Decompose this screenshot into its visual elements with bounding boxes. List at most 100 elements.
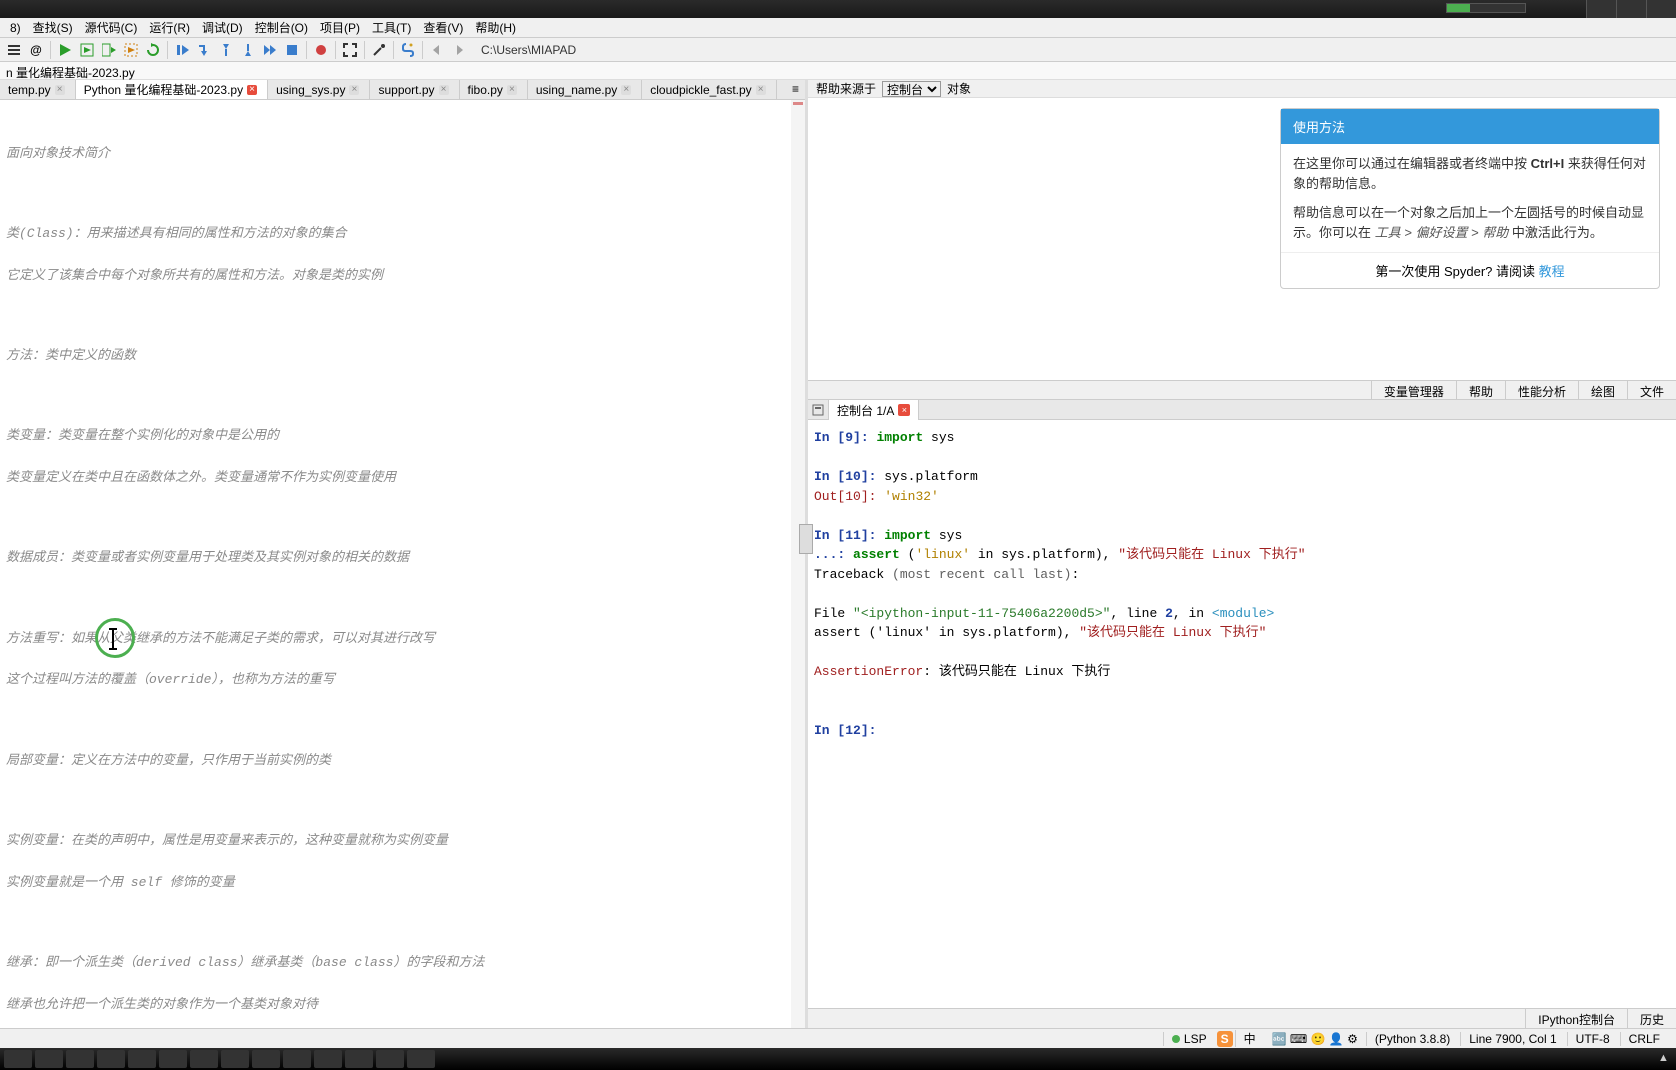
debug-stepout-icon[interactable] — [238, 40, 258, 60]
run-icon[interactable] — [55, 40, 75, 60]
help-card-footer: 第一次使用 Spyder? 请阅读 教程 — [1281, 252, 1659, 288]
at-icon[interactable]: @ — [26, 40, 46, 60]
console-menu-icon[interactable] — [808, 401, 828, 419]
preferences-icon[interactable] — [369, 40, 389, 60]
toolbar: @ C:\Users\MIAPAD — [0, 38, 1676, 62]
help-source-header: 帮助来源于 控制台 对象 — [808, 80, 1676, 98]
console-tab-1a[interactable]: 控制台 1/A× — [828, 399, 919, 421]
tab-plots[interactable]: 绘图 — [1578, 381, 1627, 399]
working-directory: C:\Users\MIAPAD — [481, 43, 576, 57]
tutorial-link[interactable]: 教程 — [1539, 264, 1565, 279]
close-icon[interactable]: × — [247, 85, 257, 95]
status-lsp: LSP — [1163, 1032, 1215, 1046]
tab-using-sys[interactable]: using_sys.py× — [268, 80, 370, 99]
help-card: 使用方法 在这里你可以通过在编辑器或者终端中按 Ctrl+I 来获得任何对象的帮… — [1280, 108, 1660, 289]
show-toolbar-icon[interactable] — [4, 40, 24, 60]
tab-cloudpickle[interactable]: cloudpickle_fast.py× — [642, 80, 776, 99]
ipython-console[interactable]: In [9]: import sys In [10]: sys.platform… — [808, 420, 1676, 1008]
rerun-icon[interactable] — [143, 40, 163, 60]
run-cell-advance-icon[interactable] — [99, 40, 119, 60]
menu-console[interactable]: 控制台(O) — [249, 17, 314, 38]
editor-pane: temp.py× Python 量化编程基础-2023.py× using_sy… — [0, 80, 808, 1028]
window-titlebar — [0, 0, 1676, 18]
close-icon[interactable]: × — [55, 85, 65, 95]
debug-stepinto-icon[interactable] — [216, 40, 236, 60]
taskbar-item[interactable] — [314, 1050, 342, 1068]
debug-stop-icon[interactable] — [282, 40, 302, 60]
editor-tabs: temp.py× Python 量化编程基础-2023.py× using_sy… — [0, 80, 805, 100]
taskbar-item[interactable] — [376, 1050, 404, 1068]
system-tray: ▲ — [1658, 1052, 1672, 1066]
close-icon[interactable]: × — [898, 404, 910, 416]
menu-help[interactable]: 帮助(H) — [469, 17, 522, 38]
taskbar-item[interactable] — [159, 1050, 187, 1068]
editor-scrollbar-track[interactable] — [791, 100, 805, 1028]
menu-source[interactable]: 源代码(C) — [79, 17, 144, 38]
debug-step-icon[interactable] — [194, 40, 214, 60]
tab-menu-icon[interactable]: ≡ — [786, 80, 805, 99]
breadcrumb: n 量化编程基础-2023.py — [0, 62, 1676, 80]
menu-debug[interactable]: 调试(D) — [196, 17, 249, 38]
minimize-button[interactable] — [1586, 0, 1616, 18]
taskbar-item[interactable] — [35, 1050, 63, 1068]
os-taskbar: ▲ — [0, 1048, 1676, 1070]
menu-find[interactable]: 查找(S) — [27, 17, 79, 38]
run-selection-icon[interactable] — [121, 40, 141, 60]
window-buttons — [1586, 0, 1676, 18]
tab-files[interactable]: 文件 — [1627, 381, 1676, 399]
close-icon[interactable]: × — [507, 85, 517, 95]
taskbar-item[interactable] — [4, 1050, 32, 1068]
sogou-icon[interactable]: S — [1217, 1031, 1233, 1047]
taskbar-item[interactable] — [66, 1050, 94, 1068]
titlebar-progress — [1446, 3, 1526, 13]
splitter-handle[interactable] — [799, 524, 813, 554]
menu-view[interactable]: 查看(V) — [417, 17, 469, 38]
close-icon[interactable]: × — [439, 85, 449, 95]
tab-main[interactable]: Python 量化编程基础-2023.py× — [76, 80, 268, 99]
status-python: (Python 3.8.8) — [1366, 1032, 1458, 1046]
taskbar-item[interactable] — [128, 1050, 156, 1068]
right-pane-tabs: 变量管理器 帮助 性能分析 绘图 文件 — [808, 380, 1676, 400]
taskbar-item[interactable] — [407, 1050, 435, 1068]
tab-profiler[interactable]: 性能分析 — [1505, 381, 1578, 399]
code-editor[interactable]: 面向对象技术简介 类(Class)：用来描述具有相同的属性和方法的对象的集合 它… — [0, 100, 805, 1028]
menu-run[interactable]: 运行(R) — [143, 17, 196, 38]
taskbar-item[interactable] — [283, 1050, 311, 1068]
maximize-button[interactable] — [1616, 0, 1646, 18]
tab-temp[interactable]: temp.py× — [0, 80, 76, 99]
ime-icons[interactable]: 🔤 ⌨ 🙂 👤 ⚙ — [1266, 1032, 1364, 1046]
status-ime[interactable]: 中 — [1235, 1030, 1264, 1047]
console-tabs: 控制台 1/A× — [808, 400, 1676, 420]
tab-support[interactable]: support.py× — [370, 80, 459, 99]
fullscreen-icon[interactable] — [340, 40, 360, 60]
close-icon[interactable]: × — [621, 85, 631, 95]
tab-history[interactable]: 历史 — [1627, 1009, 1676, 1028]
tab-fibo[interactable]: fibo.py× — [460, 80, 528, 99]
breakpoint-icon[interactable] — [311, 40, 331, 60]
run-cell-icon[interactable] — [77, 40, 97, 60]
nav-back-icon[interactable] — [427, 40, 447, 60]
help-source-select[interactable]: 控制台 — [882, 81, 941, 97]
taskbar-item[interactable] — [221, 1050, 249, 1068]
close-icon[interactable]: × — [756, 85, 766, 95]
text-cursor-icon — [112, 630, 114, 648]
console-bottom-tabs: IPython控制台 历史 — [808, 1008, 1676, 1028]
taskbar-item[interactable] — [252, 1050, 280, 1068]
debug-continue-icon[interactable] — [260, 40, 280, 60]
tab-variables[interactable]: 变量管理器 — [1371, 381, 1456, 399]
menu-project[interactable]: 项目(P) — [314, 17, 366, 38]
help-body: 使用方法 在这里你可以通过在编辑器或者终端中按 Ctrl+I 来获得任何对象的帮… — [808, 98, 1676, 380]
tab-using-name[interactable]: using_name.py× — [528, 80, 642, 99]
close-button[interactable] — [1646, 0, 1676, 18]
menu-tools[interactable]: 工具(T) — [366, 17, 417, 38]
taskbar-item[interactable] — [97, 1050, 125, 1068]
close-icon[interactable]: × — [349, 85, 359, 95]
tab-help[interactable]: 帮助 — [1456, 381, 1505, 399]
python-path-icon[interactable] — [398, 40, 418, 60]
debug-start-icon[interactable] — [172, 40, 192, 60]
taskbar-item[interactable] — [345, 1050, 373, 1068]
nav-forward-icon[interactable] — [449, 40, 469, 60]
tray-icon[interactable]: ▲ — [1658, 1052, 1672, 1066]
taskbar-item[interactable] — [190, 1050, 218, 1068]
tab-ipython-console[interactable]: IPython控制台 — [1525, 1009, 1627, 1028]
